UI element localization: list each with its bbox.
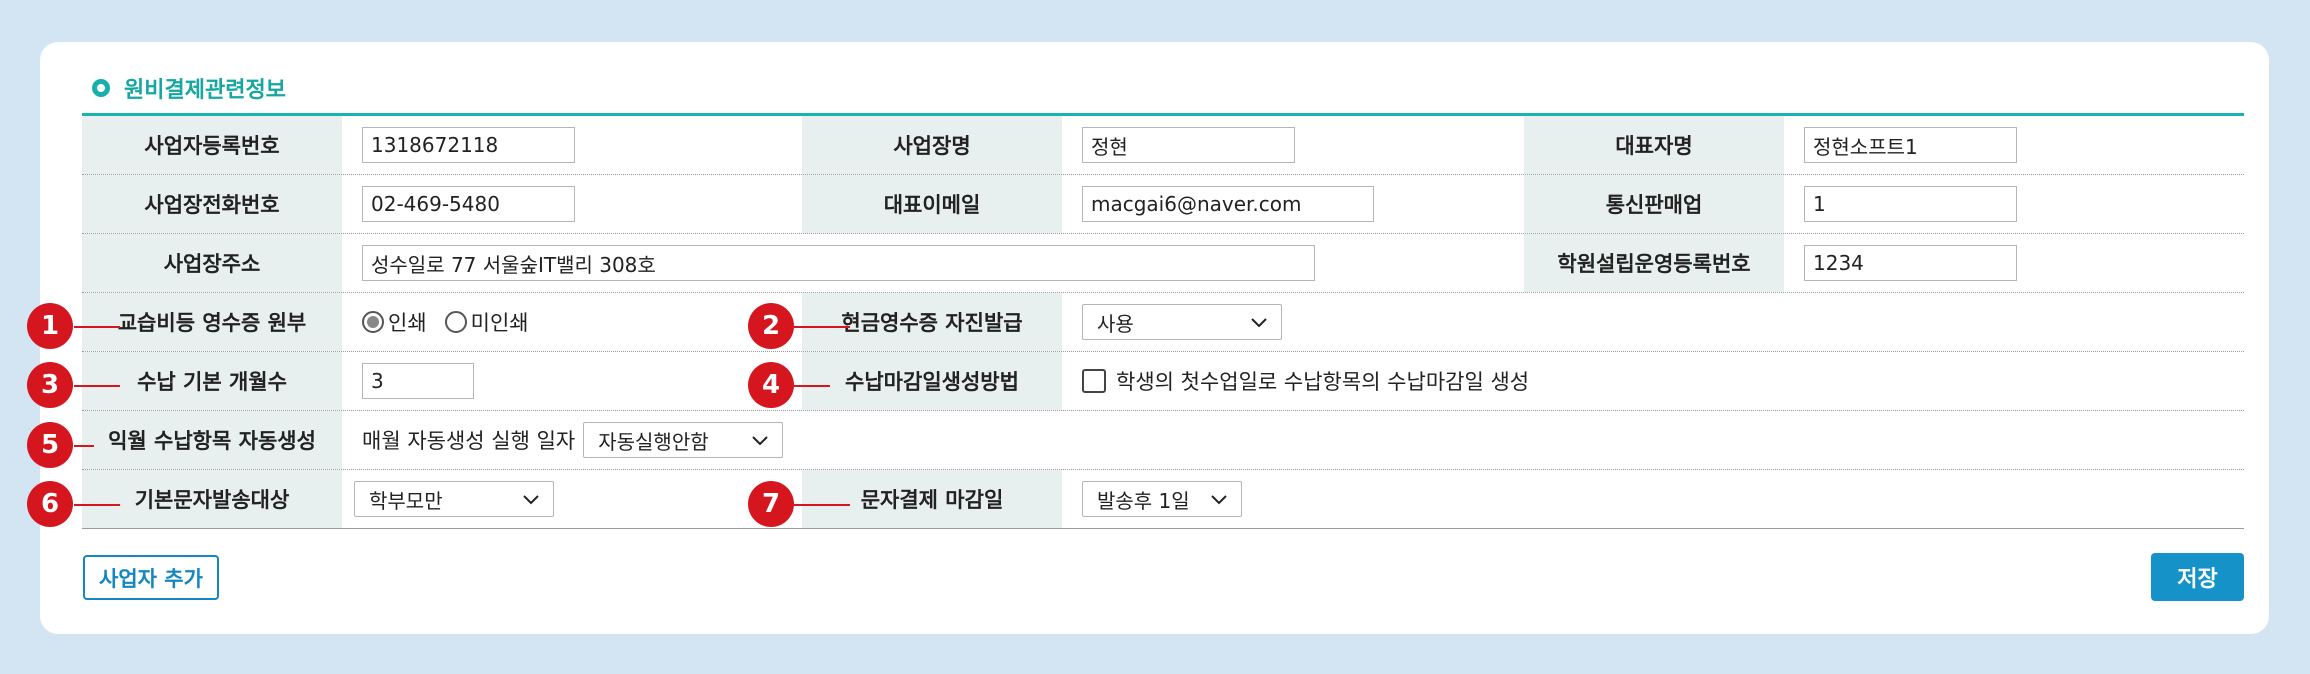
biz-name-label: 사업장명 xyxy=(802,116,1062,174)
badge-5: 5 xyxy=(27,422,73,468)
due-method-checkbox[interactable] xyxy=(1082,369,1106,393)
rep-name-input[interactable]: 정현소프트1 xyxy=(1804,127,2017,163)
badge-leader-line xyxy=(74,326,120,328)
sms-deadline-label: 문자결제 마감일 xyxy=(802,470,1062,528)
sms-deadline-select[interactable]: 발송후 1일 xyxy=(1082,481,1242,517)
form-row: 수납 기본 개월수 3 수납마감일생성방법 학생의 첫수업일로 수납항목의 수납… xyxy=(82,352,2244,411)
radio-print-option[interactable]: 인쇄 xyxy=(362,307,427,337)
cash-receipt-value: 사용 xyxy=(1097,311,1134,336)
academy-no-label: 학원설립운영등록번호 xyxy=(1524,234,1784,292)
radio-unchecked-icon[interactable] xyxy=(444,311,467,333)
save-button[interactable]: 저장 xyxy=(2151,553,2244,601)
due-method-checkbox-label: 학생의 첫수업일로 수납항목의 수납마감일 생성 xyxy=(1116,370,1530,394)
badge-leader-line xyxy=(794,504,850,506)
section-header: 원비결제관련정보 xyxy=(92,70,286,106)
form-row: 사업장전화번호 02-469-5480 대표이메일 macgai6@naver.… xyxy=(82,175,2244,234)
rep-email-label: 대표이메일 xyxy=(802,175,1062,233)
badge-4: 4 xyxy=(748,362,794,408)
form-row: 교습비등 영수증 원부 인쇄 미인쇄 현금영수증 자진발급 사용 xyxy=(82,293,2244,352)
biz-addr-input[interactable]: 성수일로 77 서울숲IT밸리 308호 xyxy=(362,245,1315,281)
biz-phone-input[interactable]: 02-469-5480 xyxy=(362,186,575,222)
biz-addr-label: 사업장주소 xyxy=(82,234,342,292)
sms-deadline-value: 발송후 1일 xyxy=(1097,488,1190,513)
biz-no-label: 사업자등록번호 xyxy=(82,116,342,174)
badge-7: 7 xyxy=(748,481,794,527)
radio-print-label: 인쇄 xyxy=(388,311,427,335)
biz-no-input[interactable]: 1318672118 xyxy=(362,127,575,163)
cash-receipt-label: 현금영수증 자진발급 xyxy=(802,293,1062,351)
radio-noprint-option[interactable]: 미인쇄 xyxy=(444,307,529,337)
ecommerce-label: 통신판매업 xyxy=(1524,175,1784,233)
radio-checked-icon[interactable] xyxy=(362,311,384,333)
rep-email-input[interactable]: macgai6@naver.com xyxy=(1082,186,1374,222)
radio-noprint-label: 미인쇄 xyxy=(470,311,529,335)
form-row: 기본문자발송대상 학부모만 문자결제 마감일 발송후 1일 xyxy=(82,470,2244,529)
due-method-label: 수납마감일생성방법 xyxy=(802,352,1062,410)
auto-gen-label: 익월 수납항목 자동생성 xyxy=(82,411,342,469)
months-label: 수납 기본 개월수 xyxy=(82,352,342,410)
form-row: 익월 수납항목 자동생성 매월 자동생성 실행 일자 자동실행안함 xyxy=(82,411,2244,470)
badge-leader-line xyxy=(74,504,120,506)
months-input[interactable]: 3 xyxy=(362,363,474,399)
sms-target-value: 학부모만 xyxy=(369,488,443,513)
chevron-down-icon xyxy=(752,436,768,446)
academy-no-input[interactable]: 1234 xyxy=(1804,245,2017,281)
bullet-ring-icon xyxy=(92,79,110,97)
biz-name-input[interactable]: 정현 xyxy=(1082,127,1295,163)
sms-target-label: 기본문자발송대상 xyxy=(82,470,342,528)
badge-leader-line xyxy=(74,385,120,387)
section-title: 원비결제관련정보 xyxy=(124,78,286,103)
chevron-down-icon xyxy=(1251,318,1267,328)
rep-name-label: 대표자명 xyxy=(1524,116,1784,174)
badge-3: 3 xyxy=(27,362,73,408)
form-row: 사업장주소 성수일로 77 서울숲IT밸리 308호 학원설립운영등록번호 12… xyxy=(82,234,2244,293)
add-business-button[interactable]: 사업자 추가 xyxy=(83,555,219,600)
auto-gen-prefix: 매월 자동생성 실행 일자 xyxy=(362,429,576,453)
badge-leader-line xyxy=(74,445,94,447)
sms-target-select[interactable]: 학부모만 xyxy=(354,481,554,517)
auto-gen-select[interactable]: 자동실행안함 xyxy=(583,422,784,458)
biz-phone-label: 사업장전화번호 xyxy=(82,175,342,233)
badge-leader-line xyxy=(794,326,850,328)
form-row: 사업자등록번호 1318672118 사업장명 정현 대표자명 정현소프트1 xyxy=(82,116,2244,175)
badge-2: 2 xyxy=(748,303,794,349)
ecommerce-input[interactable]: 1 xyxy=(1804,186,2017,222)
chevron-down-icon xyxy=(523,495,539,505)
settings-form: 사업자등록번호 1318672118 사업장명 정현 대표자명 정현소프트1 사… xyxy=(82,116,2244,529)
badge-1: 1 xyxy=(27,303,73,349)
receipt-orig-label: 교습비등 영수증 원부 xyxy=(82,293,342,351)
badge-leader-line xyxy=(794,385,830,387)
cash-receipt-select[interactable]: 사용 xyxy=(1082,304,1282,340)
auto-gen-value: 자동실행안함 xyxy=(598,429,709,454)
chevron-down-icon xyxy=(1211,495,1227,505)
badge-6: 6 xyxy=(27,481,73,527)
